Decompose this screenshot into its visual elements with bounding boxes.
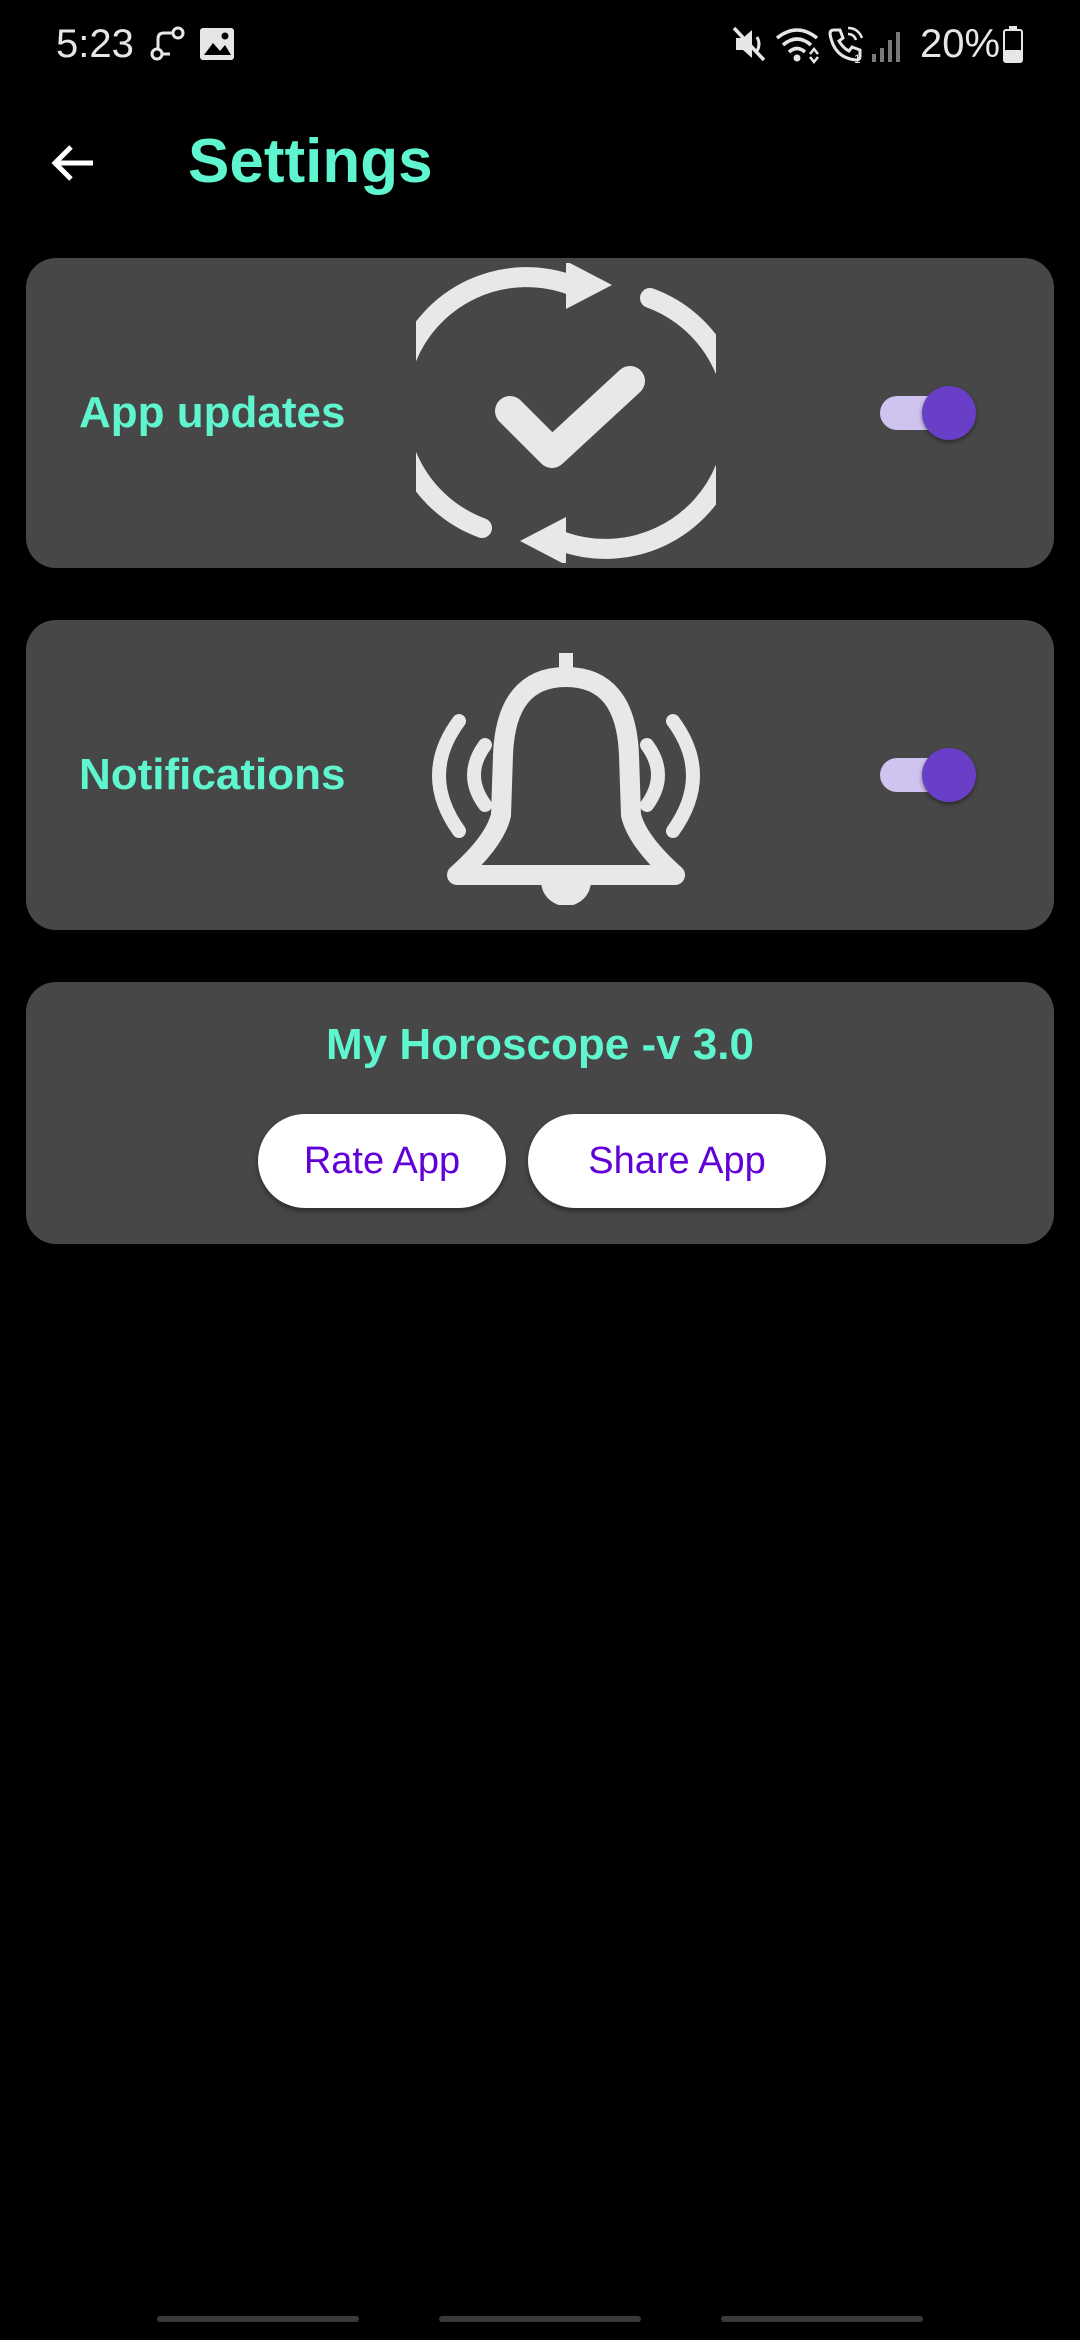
app-bar: Settings [0, 110, 1080, 210]
notifications-label: Notifications [79, 750, 346, 799]
notifications-toggle[interactable] [876, 745, 976, 805]
sync-check-icon [396, 258, 736, 568]
share-app-button[interactable]: Share App [528, 1114, 826, 1208]
page-title: Settings [188, 127, 433, 196]
svg-text:1: 1 [854, 52, 861, 64]
app-updates-label: App updates [79, 388, 346, 437]
toggle-thumb [922, 386, 976, 440]
wifi-icon [775, 28, 819, 64]
app-updates-toggle[interactable] [876, 383, 976, 443]
toggle-thumb [922, 748, 976, 802]
back-button[interactable] [40, 130, 106, 196]
app-version-title: My Horoscope -v 3.0 [326, 1020, 754, 1069]
battery-percent: 20% [920, 22, 1001, 66]
recent-apps-button[interactable] [157, 2316, 359, 2322]
status-bar: 5:23 1 20% [0, 0, 1080, 86]
image-icon [200, 28, 234, 60]
mute-icon [732, 26, 766, 62]
notifications-card: Notifications [26, 620, 1054, 930]
signal-icon [872, 32, 900, 62]
wifi-call-icon: 1 [828, 26, 864, 64]
arrow-left-icon [51, 145, 93, 181]
rate-app-button[interactable]: Rate App [258, 1114, 506, 1208]
link-icon [150, 26, 185, 61]
battery-icon [1003, 26, 1023, 63]
status-time: 5:23 [56, 22, 134, 66]
app-updates-card: App updates [26, 258, 1054, 568]
app-info-card: My Horoscope -v 3.0 Rate App Share App [26, 982, 1054, 1244]
home-button[interactable] [439, 2316, 641, 2322]
ringing-bell-icon [381, 620, 751, 930]
back-nav-button[interactable] [721, 2316, 923, 2322]
